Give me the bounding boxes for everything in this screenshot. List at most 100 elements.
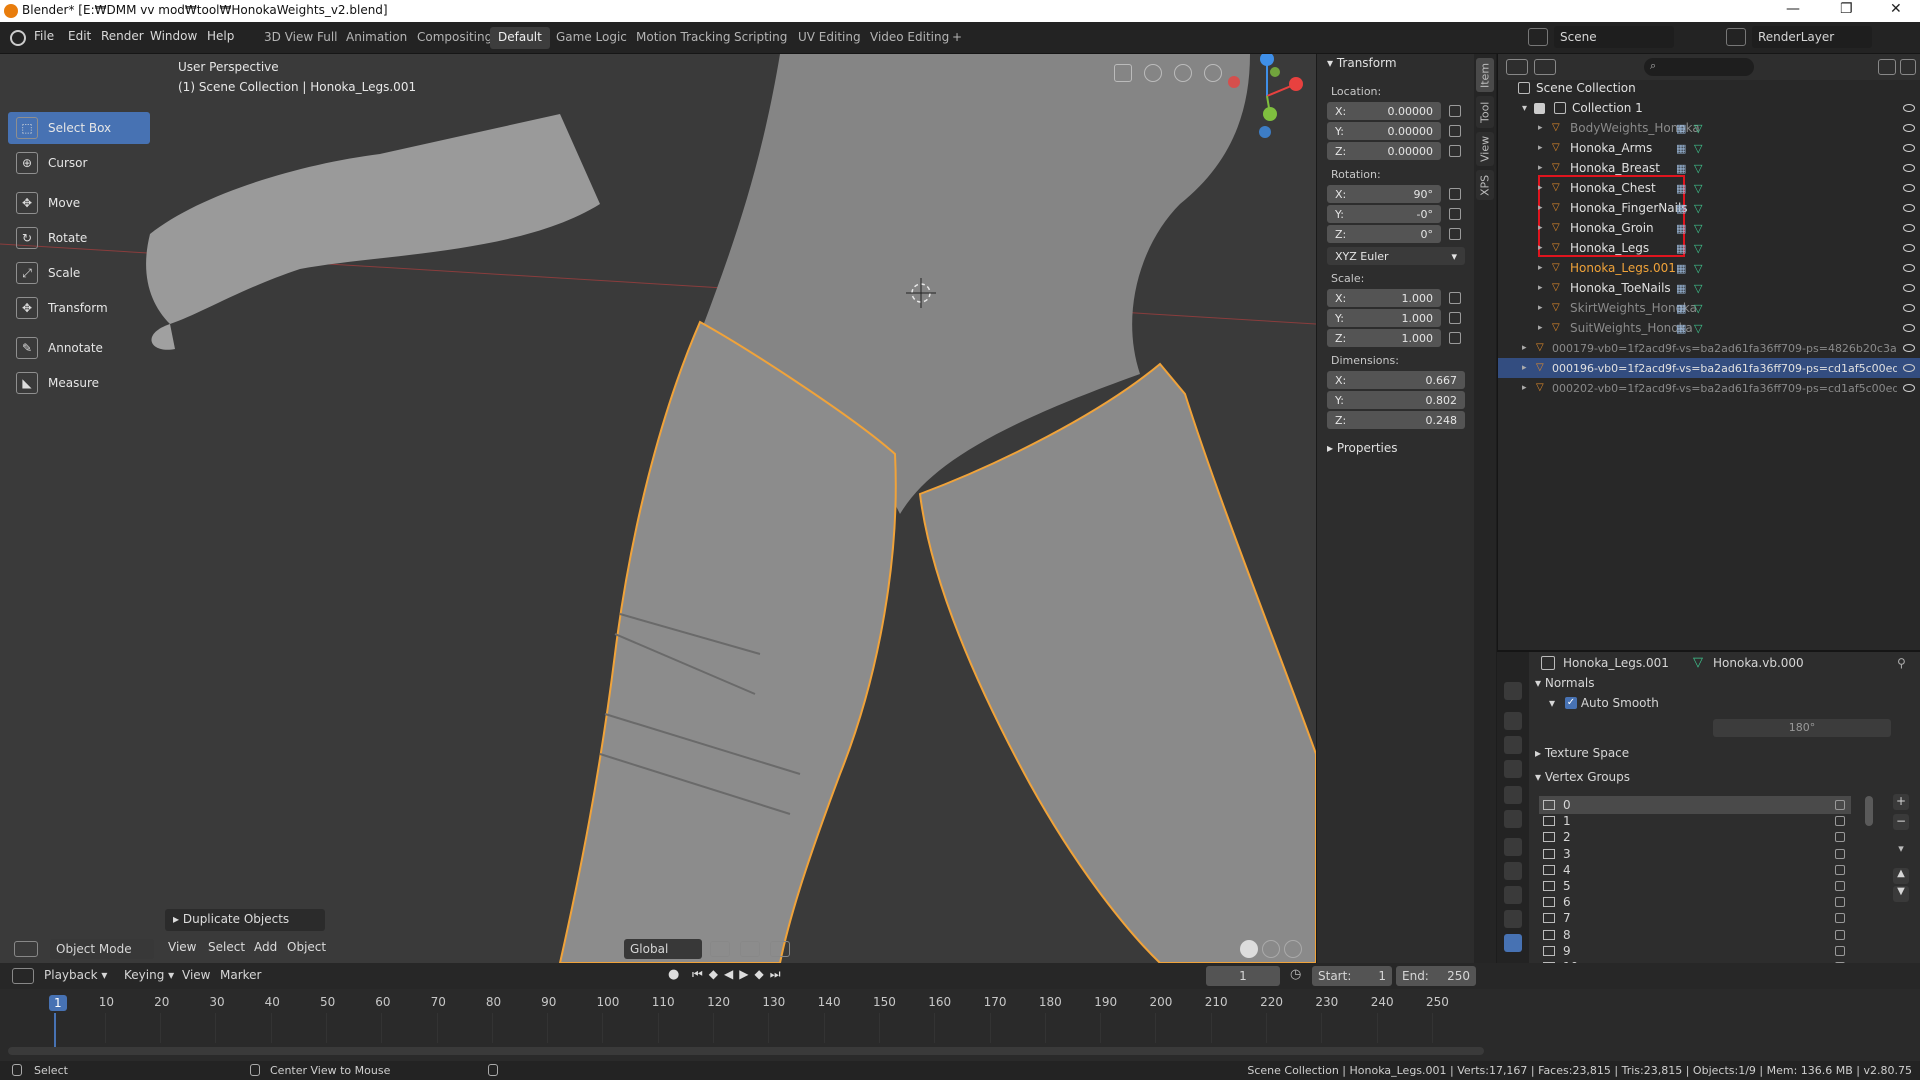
tab-compositing[interactable]: Compositing [409, 27, 500, 49]
visibility-eye-icon[interactable] [1903, 184, 1915, 192]
outliner-row-object[interactable]: ▸ ▽ Honoka_ToeNails ▦ ▽ [1498, 278, 1920, 298]
header-add-menu[interactable]: Add [254, 940, 277, 954]
expand-arrow-icon[interactable]: ▸ [1538, 263, 1543, 273]
blender-menu-icon[interactable] [10, 30, 26, 46]
lock-icon[interactable] [1449, 105, 1461, 117]
filter-icon[interactable] [1878, 59, 1896, 75]
tool-measure[interactable]: ◣ Measure [8, 367, 150, 399]
modifier-tab-icon[interactable] [1504, 862, 1522, 880]
tool-transform[interactable]: ✥ Transform [8, 292, 150, 324]
lock-icon[interactable] [1835, 800, 1845, 810]
minimize-button[interactable]: — [1786, 1, 1800, 17]
outliner-row-object[interactable]: ▸ ▽ Honoka_Breast ▦ ▽ [1498, 158, 1920, 178]
viewport-scene[interactable] [0, 54, 1316, 963]
lock-icon[interactable] [1835, 897, 1845, 908]
tab-tool[interactable]: Tool [1476, 96, 1494, 128]
snap-icon[interactable] [740, 941, 760, 957]
visibility-eye-icon[interactable] [1903, 224, 1915, 232]
timeline-ruler[interactable]: 1 10 20 30 40 50 60 70 80 90 100 110 120 130 140 150 160… [0, 989, 1500, 1049]
rotation-mode-selector[interactable]: XYZ Euler ▾ [1327, 247, 1465, 265]
expand-arrow-icon[interactable]: ▸ [1538, 203, 1543, 213]
menu-window[interactable]: Window [150, 29, 197, 43]
location-z-field[interactable]: Z: 0.00000 [1327, 142, 1441, 160]
expand-arrow-icon[interactable]: ▸ [1538, 323, 1543, 333]
expand-arrow-icon[interactable]: ▸ [1538, 243, 1543, 253]
visibility-eye-icon[interactable] [1903, 364, 1915, 372]
tab-video-editing[interactable]: Video Editing [862, 27, 957, 49]
visibility-eye-icon[interactable] [1903, 324, 1915, 332]
outliner-row-object[interactable]: ▸ ▽ 000196-vb0=1f2acd9f-vs=ba2ad61fa36ff70… [1498, 358, 1920, 378]
scale-y-field[interactable]: Y: 1.000 [1327, 309, 1441, 327]
timeline-editor[interactable]: 1 10 20 30 40 50 60 70 80 90 100 110 120 130 140 150 160… [0, 989, 1920, 1061]
move-up-button[interactable]: ▲ [1893, 868, 1909, 884]
header-select-menu[interactable]: Select [208, 940, 245, 954]
rotation-y-field[interactable]: Y: -0° [1327, 205, 1441, 223]
pan-hand-icon[interactable] [1174, 64, 1192, 82]
outliner-row-collection[interactable]: ▾ Collection 1 [1498, 98, 1920, 118]
menu-edit[interactable]: Edit [68, 29, 91, 43]
tab-default[interactable]: Default [490, 27, 550, 49]
particles-tab-icon[interactable] [1504, 886, 1522, 904]
outliner-row-object[interactable]: ▸ ▽ 000179-vb0=1f2acd9f-vs=ba2ad61fa36ff70… [1498, 338, 1920, 358]
tool-move[interactable]: ✥ Move [8, 187, 150, 219]
marker-menu[interactable]: Marker [220, 968, 261, 982]
material-shading-icon[interactable] [1262, 940, 1280, 958]
outliner-row-scene-collection[interactable]: Scene Collection [1498, 78, 1920, 98]
view-layer-tab-icon[interactable] [1504, 760, 1522, 778]
header-view-menu[interactable]: View [168, 940, 196, 954]
last-operator-panel[interactable]: ▸ Duplicate Objects [165, 909, 325, 931]
transform-panel-header[interactable]: ▾ Transform [1327, 56, 1397, 70]
start-frame-field[interactable]: Start: 1 [1312, 966, 1392, 986]
3d-viewport[interactable]: ⬚ Select Box ⊕ Cursor ✥ Move ↻ Rotate ⤢ Scale… [0, 54, 1316, 963]
output-tab-icon[interactable] [1504, 736, 1522, 754]
lock-icon[interactable] [1449, 292, 1461, 304]
render-layer-selector[interactable]: RenderLayer [1752, 26, 1872, 48]
display-mode-icon[interactable] [1534, 59, 1556, 75]
lock-icon[interactable] [1449, 332, 1461, 344]
tool-tab-icon[interactable] [1504, 682, 1522, 700]
expand-arrow-icon[interactable]: ▸ [1538, 303, 1543, 313]
rendered-shading-icon[interactable] [1284, 940, 1302, 958]
orientation-selector[interactable]: Global [624, 939, 702, 959]
world-tab-icon[interactable] [1504, 810, 1522, 828]
checkbox-icon[interactable] [1534, 102, 1545, 114]
lock-icon[interactable] [1449, 145, 1461, 157]
dimensions-y-field[interactable]: Y: 0.802 [1327, 391, 1465, 409]
lock-icon[interactable] [1835, 848, 1845, 859]
tab-motion-tracking[interactable]: Motion Tracking [628, 27, 738, 49]
tab-view[interactable]: View [1476, 132, 1494, 166]
render-layer-icon[interactable] [1726, 28, 1746, 46]
tab-uv-editing[interactable]: UV Editing [790, 27, 869, 49]
texture-space-panel-header[interactable]: ▸ Texture Space [1535, 746, 1629, 760]
scale-z-field[interactable]: Z: 1.000 [1327, 329, 1441, 347]
menu-file[interactable]: File [34, 29, 54, 43]
zoom-icon[interactable] [1204, 64, 1222, 82]
tool-rotate[interactable]: ↻ Rotate [8, 222, 150, 254]
tab-item[interactable]: Item [1476, 58, 1494, 92]
scene-tab-icon[interactable] [1504, 786, 1522, 804]
dimensions-z-field[interactable]: Z: 0.248 [1327, 411, 1465, 429]
editor-type-icon[interactable] [14, 941, 38, 957]
current-frame-field[interactable]: 1 [1206, 966, 1280, 986]
close-button[interactable]: ✕ [1890, 1, 1902, 17]
mesh-data-tab-icon[interactable] [1504, 934, 1522, 952]
visibility-eye-icon[interactable] [1903, 344, 1915, 352]
tab-scripting[interactable]: Scripting [726, 27, 795, 49]
vertex-groups-panel-header[interactable]: ▾ Vertex Groups [1535, 770, 1630, 784]
menu-help[interactable]: Help [207, 29, 234, 43]
vertex-group-menu-icon[interactable]: ▾ [1893, 842, 1909, 858]
tab-xps[interactable]: XPS [1476, 170, 1494, 200]
tool-select-box[interactable]: ⬚ Select Box [8, 112, 150, 144]
keying-menu[interactable]: Keying ▾ [124, 968, 174, 982]
tool-cursor[interactable]: ⊕ Cursor [8, 147, 150, 179]
expand-arrow-icon[interactable]: ▸ [1522, 383, 1527, 393]
tab-game-logic[interactable]: Game Logic [548, 27, 635, 49]
outliner-row-object[interactable]: ▸ ▽ 000202-vb0=1f2acd9f-vs=ba2ad61fa36ff70… [1498, 378, 1920, 398]
lock-icon[interactable] [1835, 881, 1845, 891]
pivot-icon[interactable] [710, 941, 730, 957]
scene-icon[interactable] [1528, 28, 1548, 46]
normals-panel-header[interactable]: ▾ Normals [1535, 676, 1595, 690]
visibility-eye-icon[interactable] [1903, 204, 1915, 212]
outliner-row-object[interactable]: ▸ ▽ SkirtWeights_Honoka ▦ ▽ [1498, 298, 1920, 318]
dimensions-x-field[interactable]: X: 0.667 [1327, 371, 1465, 389]
